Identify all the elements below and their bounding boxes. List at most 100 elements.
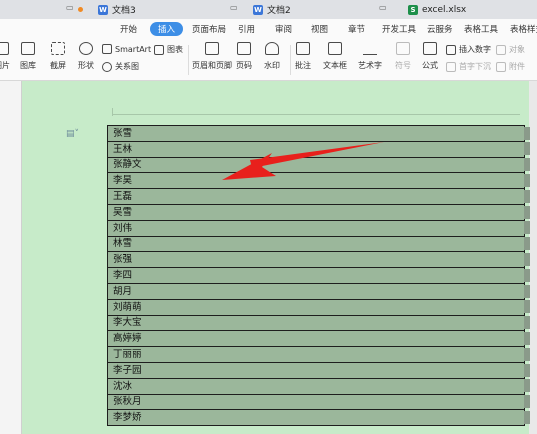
name-cell[interactable]: 李昊 (107, 172, 525, 190)
monitor-icon[interactable]: ▭ (379, 3, 387, 12)
symbol-icon (396, 42, 410, 55)
relation-chart-button[interactable]: 关系图 (102, 61, 139, 72)
name-cell[interactable]: 林雪 (107, 235, 525, 253)
formula-button[interactable]: 公式 (422, 42, 438, 71)
table-row[interactable]: 李昊 (107, 172, 525, 190)
insert-number-icon (446, 44, 456, 55)
page-number-button[interactable]: 页码 (236, 42, 252, 71)
gallery-button[interactable]: 图库 (20, 42, 36, 71)
insert-number-button[interactable]: 插入数字 (446, 44, 491, 55)
smartart-icon (102, 44, 112, 54)
name-table[interactable]: 张雪 王林 张静文 李昊 王磊 吴雪 刘伟 林雪 张强 李四 胡月 刘萌萌 李大宝 高婷婷 丁丽丽 李子园 沈冰… (107, 125, 525, 427)
shape-button[interactable]: 形状 (78, 42, 94, 71)
toolbar-separator (290, 45, 291, 75)
name-cell[interactable]: 吴雪 (107, 203, 525, 221)
first-drop-button[interactable]: 首字下沉 (446, 61, 491, 72)
left-gutter (0, 81, 22, 434)
tab-excel[interactable]: S excel.xlsx (408, 0, 537, 19)
attachment-icon (496, 61, 506, 72)
menu-chapter[interactable]: 章节 (348, 23, 365, 35)
table-row[interactable]: 李大宝 (107, 314, 525, 332)
table-row[interactable]: 王林 (107, 140, 525, 158)
header-footer-button[interactable]: 页眉和页脚 (192, 42, 232, 71)
textbox-button[interactable]: 文本框 (323, 42, 347, 71)
tab-doc3[interactable]: W 文档3 ▭ (98, 0, 248, 19)
name-cell[interactable]: 张强 (107, 251, 525, 269)
row-end-marker (524, 410, 530, 424)
menu-page-layout[interactable]: 页面布局 (192, 23, 226, 35)
object-icon (496, 44, 506, 55)
name-cell[interactable]: 张静文 (107, 156, 525, 174)
row-end-marker (524, 347, 530, 361)
table-row[interactable]: 李子园 (107, 361, 525, 379)
paragraph-anchor-icon[interactable]: ▤˅ (66, 129, 79, 139)
table-row[interactable]: 沈冰 (107, 377, 525, 395)
symbol-button[interactable]: 符号 (395, 42, 411, 71)
name-cell[interactable]: 李梦娇 (107, 409, 525, 427)
object-button[interactable]: 对象 (496, 44, 525, 55)
chart-button[interactable]: 图表 (154, 44, 183, 55)
unsaved-dot-icon (78, 7, 83, 12)
comment-icon (296, 42, 310, 55)
name-cell[interactable]: 丁丽丽 (107, 346, 525, 363)
table-row[interactable]: 王磊 (107, 188, 525, 205)
table-row[interactable]: 张雪 (107, 125, 525, 142)
table-row[interactable]: 刘伟 (107, 219, 525, 237)
name-cell[interactable]: 李子园 (107, 361, 525, 379)
picture-button[interactable]: 图片 (0, 42, 10, 71)
tab-doc2[interactable]: W 文档2 ▭ (253, 0, 403, 19)
formula-icon (423, 42, 437, 55)
row-end-marker (524, 284, 530, 298)
table-row[interactable]: 林雪 (107, 235, 525, 253)
monitor-icon[interactable]: ▭ (66, 3, 74, 12)
comment-button[interactable]: 批注 (295, 42, 311, 71)
table-row[interactable]: 张秋月 (107, 393, 525, 411)
row-end-marker (524, 395, 530, 409)
table-row[interactable]: 李四 (107, 267, 525, 284)
wordart-button[interactable]: 艺术字 (358, 42, 382, 71)
watermark-button[interactable]: 水印 (264, 42, 280, 71)
monitor-icon[interactable]: ▭ (230, 3, 238, 12)
vertical-scrollbar[interactable] (529, 81, 537, 434)
table-row[interactable]: 张静文 (107, 156, 525, 174)
table-row[interactable]: 李梦娇 (107, 409, 525, 427)
table-row[interactable]: 高婷婷 (107, 330, 525, 348)
name-cell[interactable]: 王磊 (107, 188, 525, 205)
tab-label: 文档3 (112, 6, 136, 16)
menu-table-style[interactable]: 表格样式 (510, 23, 537, 35)
menu-insert[interactable]: 插入 (150, 22, 184, 36)
name-cell[interactable]: 李四 (107, 267, 525, 284)
menu-review[interactable]: 审阅 (275, 23, 292, 35)
screenshot-button[interactable]: 截屏 (50, 42, 66, 71)
name-cell[interactable]: 王林 (107, 140, 525, 158)
row-end-marker (524, 205, 530, 219)
table-row[interactable]: 刘萌萌 (107, 298, 525, 316)
menu-developer[interactable]: 开发工具 (382, 23, 416, 35)
name-cell[interactable]: 张秋月 (107, 393, 525, 411)
smartart-button[interactable]: SmartArt (102, 44, 151, 54)
name-cell[interactable]: 李大宝 (107, 314, 525, 332)
menu-table-tools[interactable]: 表格工具 (464, 23, 498, 35)
name-cell[interactable]: 张雪 (107, 125, 525, 142)
wordart-icon (363, 42, 377, 55)
name-cell[interactable]: 沈冰 (107, 377, 525, 395)
menu-references[interactable]: 引用 (238, 23, 255, 35)
row-end-marker (524, 331, 530, 345)
name-cell[interactable]: 高婷婷 (107, 330, 525, 348)
header-footer-icon (205, 42, 219, 55)
tab-label: excel.xlsx (422, 4, 467, 15)
name-cell[interactable]: 刘萌萌 (107, 298, 525, 316)
row-end-marker (524, 221, 530, 235)
row-end-marker (524, 126, 530, 140)
attachment-button[interactable]: 附件 (496, 61, 525, 72)
table-row[interactable]: 张强 (107, 251, 525, 269)
table-row[interactable]: 胡月 (107, 282, 525, 300)
name-cell[interactable]: 刘伟 (107, 219, 525, 237)
name-cell[interactable]: 胡月 (107, 282, 525, 300)
menu-cloud[interactable]: 云服务 (427, 23, 453, 35)
menu-home[interactable]: 开始 (120, 23, 137, 35)
table-row[interactable]: 吴雪 (107, 203, 525, 221)
table-row[interactable]: 丁丽丽 (107, 346, 525, 363)
ribbon-menu: 开始 插入 页面布局 引用 审阅 视图 章节 开发工具 云服务 表格工具 表格样… (0, 19, 537, 39)
menu-view[interactable]: 视图 (311, 23, 328, 35)
